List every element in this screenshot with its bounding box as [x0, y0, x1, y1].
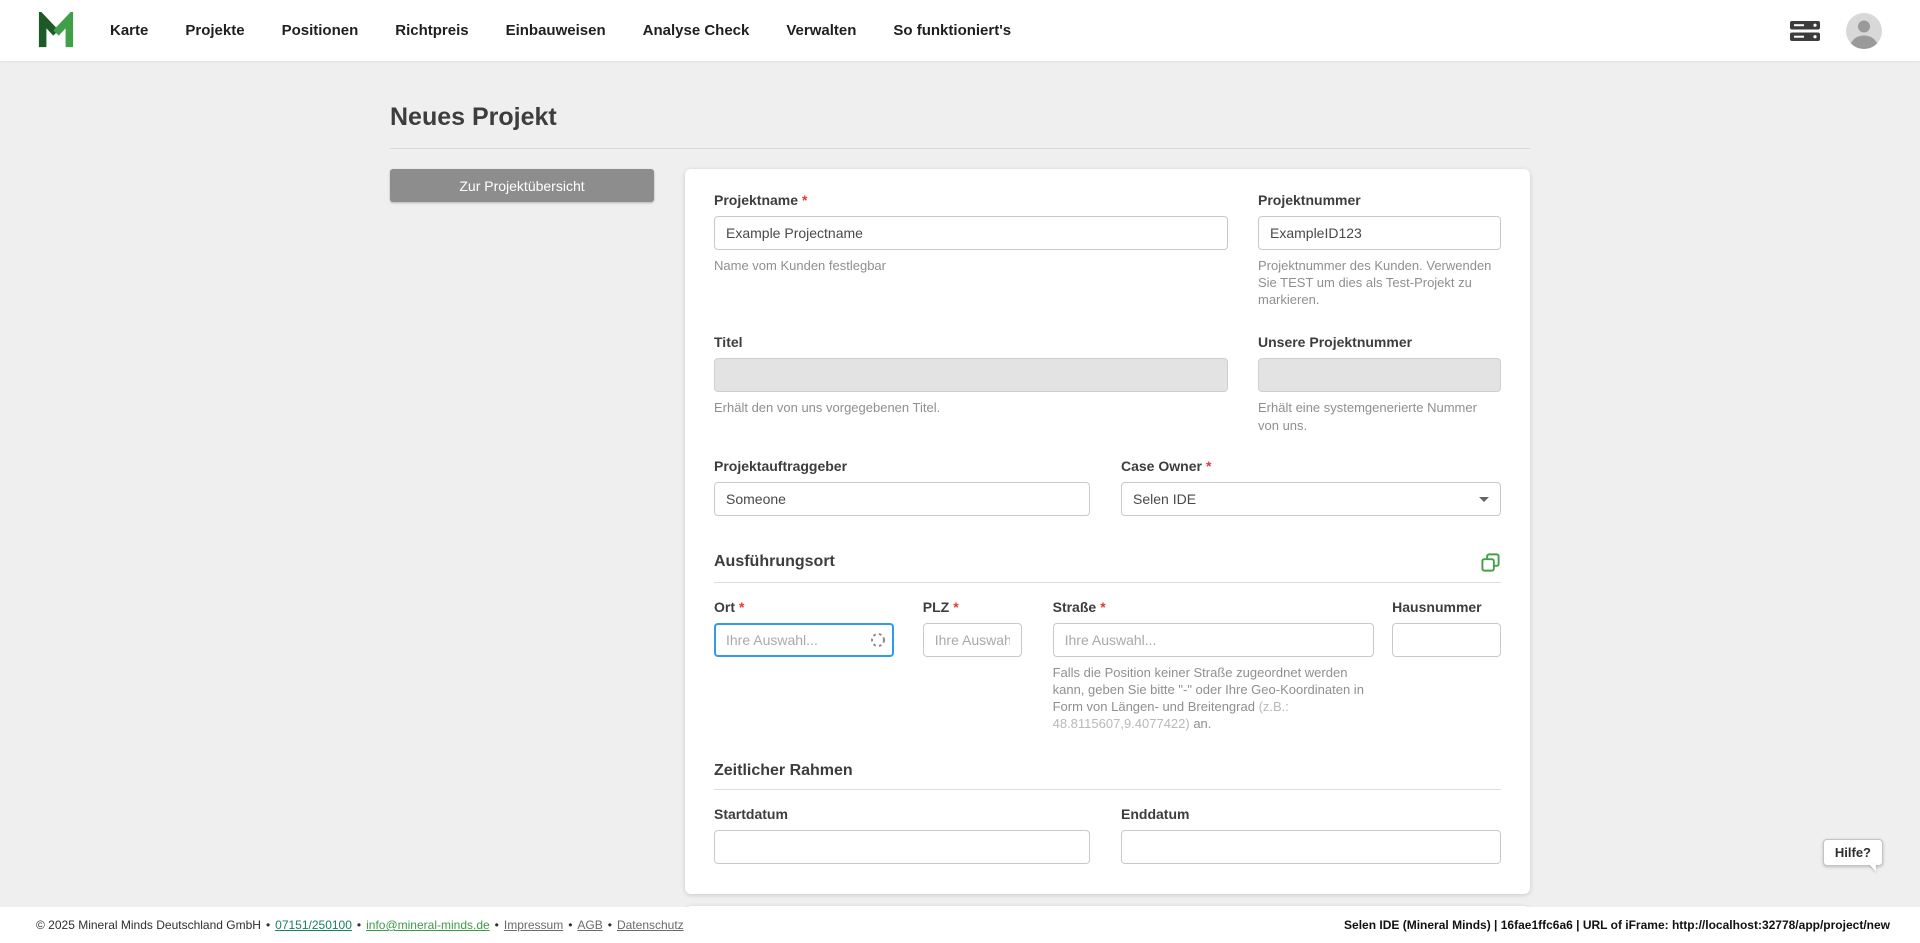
- server-icon[interactable]: [1788, 18, 1822, 44]
- footer-separator: •: [357, 918, 361, 932]
- required-asterisk: *: [1206, 458, 1211, 474]
- ausfuehrungsort-title: Ausführungsort: [714, 553, 835, 571]
- nav-item-projekte[interactable]: Projekte: [185, 22, 244, 39]
- navbar-right: [1788, 13, 1882, 49]
- projektname-helper: Name vom Kunden festlegbar: [714, 257, 1228, 274]
- nav-item-verwalten[interactable]: Verwalten: [786, 22, 856, 39]
- plz-input[interactable]: [923, 623, 1022, 657]
- footer-separator: •: [608, 918, 612, 932]
- projektnummer-helper: Projektnummer des Kunden. Verwenden Sie …: [1258, 257, 1501, 308]
- section-divider: [714, 789, 1501, 790]
- projektname-label: Projektname*: [714, 192, 1228, 208]
- unsere-projektnummer-input: [1258, 358, 1501, 392]
- help-button[interactable]: Hilfe?: [1823, 839, 1883, 866]
- ort-input[interactable]: [714, 623, 894, 657]
- enddatum-label: Enddatum: [1121, 806, 1501, 822]
- footer-datenschutz-link[interactable]: Datenschutz: [617, 918, 684, 932]
- nav-item-einbauweisen[interactable]: Einbauweisen: [506, 22, 606, 39]
- projektnummer-label: Projektnummer: [1258, 192, 1501, 208]
- titel-label: Titel: [714, 334, 1228, 350]
- ausfuehrungsort-section-header: Ausführungsort: [714, 552, 1501, 573]
- form-row-name-number: Projektname* Name vom Kunden festlegbar …: [714, 192, 1501, 308]
- strasse-label-text: Straße: [1053, 599, 1097, 615]
- footer-agb-link[interactable]: AGB: [577, 918, 602, 932]
- startdatum-label: Startdatum: [714, 806, 1090, 822]
- projektname-label-text: Projektname: [714, 192, 798, 208]
- logo-m-icon: [36, 12, 76, 49]
- case-owner-select[interactable]: Selen IDE: [1121, 482, 1501, 516]
- nav-item-so-funktionierts[interactable]: So funktioniert's: [893, 22, 1011, 39]
- strasse-helper: Falls die Position keiner Straße zugeord…: [1053, 664, 1375, 733]
- main-navigation: Karte Projekte Positionen Richtpreis Ein…: [110, 22, 1011, 39]
- ort-label: Ort*: [714, 599, 894, 615]
- projektauftraggeber-input[interactable]: [714, 482, 1090, 516]
- case-owner-value: Selen IDE: [1133, 491, 1196, 507]
- footer-session-user: Selen IDE: [1344, 918, 1399, 932]
- footer: © 2025 Mineral Minds Deutschland GmbH • …: [0, 907, 1920, 943]
- hausnummer-input[interactable]: [1392, 623, 1501, 657]
- strasse-input[interactable]: [1053, 623, 1375, 657]
- mineral-minds-logo[interactable]: [36, 12, 76, 49]
- plz-label: PLZ*: [923, 599, 1022, 615]
- required-asterisk: *: [953, 599, 958, 615]
- form-row-titel: Titel Erhält den von uns vorgegebenen Ti…: [714, 334, 1501, 433]
- titel-helper: Erhält den von uns vorgegebenen Titel.: [714, 399, 1228, 416]
- title-divider: [390, 148, 1530, 149]
- footer-separator: •: [266, 918, 270, 932]
- unsere-projektnummer-helper: Erhält eine systemgenerierte Nummer von …: [1258, 399, 1501, 433]
- user-avatar[interactable]: [1846, 13, 1882, 49]
- chevron-down-icon: [1479, 497, 1489, 502]
- footer-session-info: Selen IDE (Mineral Minds) | 16fae1ffc6a6…: [1344, 918, 1890, 932]
- projektname-input[interactable]: [714, 216, 1228, 250]
- nav-item-positionen[interactable]: Positionen: [282, 22, 359, 39]
- footer-left: © 2025 Mineral Minds Deutschland GmbH • …: [36, 918, 684, 932]
- section-divider: [714, 582, 1501, 583]
- person-icon: [1846, 13, 1882, 49]
- footer-separator: •: [495, 918, 499, 932]
- titel-input: [714, 358, 1228, 392]
- form-row-dates: Startdatum Enddatum: [714, 806, 1501, 864]
- footer-separator: •: [568, 918, 572, 932]
- required-asterisk: *: [1100, 599, 1105, 615]
- projektauftraggeber-label: Projektauftraggeber: [714, 458, 1090, 474]
- footer-email-link[interactable]: info@mineral-minds.de: [366, 918, 490, 932]
- strasse-helper-main: Falls die Position keiner Straße zugeord…: [1053, 665, 1364, 714]
- footer-phone-link[interactable]: 07151/250100: [275, 918, 352, 932]
- required-asterisk: *: [739, 599, 744, 615]
- ort-label-text: Ort: [714, 599, 735, 615]
- zeitlicher-rahmen-section-header: Zeitlicher Rahmen: [714, 762, 1501, 780]
- project-overview-button[interactable]: Zur Projektübersicht: [390, 169, 654, 202]
- enddatum-input[interactable]: [1121, 830, 1501, 864]
- form-row-location: Ort* PLZ*: [714, 599, 1501, 733]
- nav-item-analyse-check[interactable]: Analyse Check: [643, 22, 750, 39]
- projektnummer-input[interactable]: [1258, 216, 1501, 250]
- nav-item-richtpreis[interactable]: Richtpreis: [395, 22, 468, 39]
- case-owner-label: Case Owner*: [1121, 458, 1501, 474]
- case-owner-label-text: Case Owner: [1121, 458, 1202, 474]
- hausnummer-label: Hausnummer: [1392, 599, 1501, 615]
- top-navbar: Karte Projekte Positionen Richtpreis Ein…: [0, 0, 1920, 61]
- strasse-label: Straße*: [1053, 599, 1375, 615]
- plz-label-text: PLZ: [923, 599, 949, 615]
- startdatum-input[interactable]: [714, 830, 1090, 864]
- main-content: Neues Projekt Zur Projektübersicht Proje…: [390, 61, 1530, 943]
- footer-session-rest: (Mineral Minds) | 16fae1ffc6a6 | URL of …: [1399, 918, 1890, 932]
- required-asterisk: *: [802, 192, 807, 208]
- form-row-auftraggeber: Projektauftraggeber Case Owner* Selen ID…: [714, 458, 1501, 516]
- unsere-projektnummer-label: Unsere Projektnummer: [1258, 334, 1501, 350]
- new-project-form-card: Projektname* Name vom Kunden festlegbar …: [685, 169, 1530, 894]
- page-title: Neues Projekt: [390, 103, 1530, 132]
- copy-location-button[interactable]: [1480, 552, 1501, 573]
- copy-icon: [1480, 552, 1501, 573]
- strasse-helper-suffix: an.: [1190, 716, 1212, 731]
- footer-copyright: © 2025 Mineral Minds Deutschland GmbH: [36, 918, 261, 932]
- zeitlicher-rahmen-title: Zeitlicher Rahmen: [714, 762, 853, 780]
- nav-item-karte[interactable]: Karte: [110, 22, 148, 39]
- footer-impressum-link[interactable]: Impressum: [504, 918, 563, 932]
